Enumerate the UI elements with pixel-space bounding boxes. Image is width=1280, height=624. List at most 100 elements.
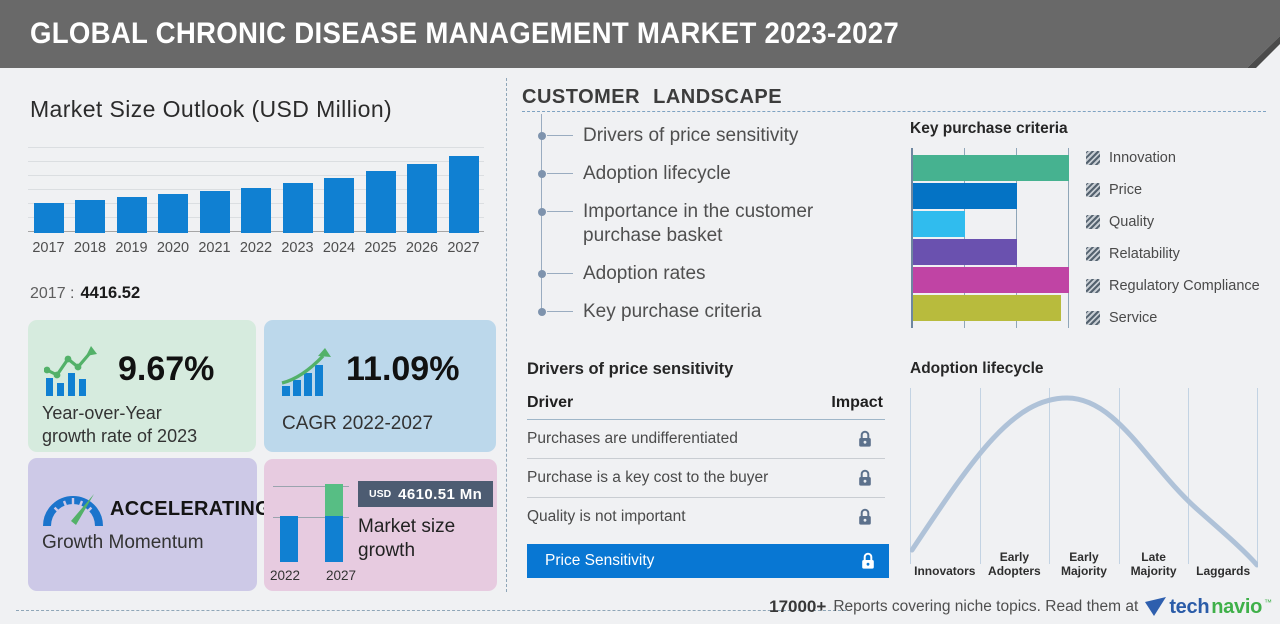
legend-label: Service: [1109, 310, 1158, 326]
cagr-growth-icon: [281, 348, 331, 396]
badge-currency: USD: [369, 488, 392, 500]
market-bar: [324, 178, 354, 233]
momentum-value: ACCELERATING: [110, 498, 272, 520]
landscape-item: Drivers of price sensitivity: [538, 124, 890, 148]
callout-year: 2017 :: [30, 285, 75, 302]
market-bar-column: 2023: [277, 144, 318, 256]
lifecycle-stage-label: Early Majority: [1060, 550, 1107, 578]
kpc-bar: [913, 295, 1061, 321]
report-count: 17000+: [769, 597, 827, 616]
market-bar: [75, 200, 105, 233]
infographic-root: GLOBAL CHRONIC DISEASE MANAGEMENT MARKET…: [0, 0, 1280, 624]
market-bar-column: 2018: [70, 144, 111, 256]
bullet-dot-icon: [538, 308, 546, 316]
legend-label: Regulatory Compliance: [1109, 278, 1260, 294]
adoption-lifecycle-title: Adoption lifecycle: [910, 360, 1044, 377]
market-bar-column: 2027: [443, 144, 484, 256]
market-bar: [407, 164, 437, 233]
page-title: GLOBAL CHRONIC DISEASE MANAGEMENT MARKET…: [30, 17, 900, 50]
key-purchase-criteria-title: Key purchase criteria: [910, 120, 1068, 137]
lock-icon: [860, 552, 876, 570]
kpc-bar: [913, 155, 1069, 181]
mini-year-left: 2022: [270, 568, 301, 583]
cagr-value: 11.09%: [346, 350, 460, 388]
trademark: ™: [1264, 597, 1272, 607]
growth-label: Market size growth: [358, 516, 456, 561]
landscape-item: Key purchase criteria: [538, 300, 890, 324]
cagr-card: 11.09% CAGR 2022-2027: [264, 320, 496, 452]
market-bar: [365, 171, 396, 233]
yoy-trend-icon: [44, 346, 97, 396]
cagr-label: CAGR 2022-2027: [282, 413, 434, 434]
driver-label: Purchases are undifferentiated: [527, 430, 738, 447]
lifecycle-stage-labels: Innovators Early Adopters Early Majority La…: [910, 534, 1258, 580]
drivers-table: Driver Impact Purchases are undifferenti…: [527, 394, 885, 536]
drivers-title: Drivers of price sensitivity: [527, 360, 734, 378]
market-bar-column: 2017: [28, 144, 69, 256]
kpc-bar: [913, 211, 965, 237]
customer-landscape-list: Drivers of price sensitivity Adoption lif…: [538, 124, 890, 324]
mini-bar-2027-growth: [325, 484, 343, 516]
customer-landscape-title: CUSTOMER LANDSCAPE: [522, 86, 783, 108]
legend-item: Quality: [1086, 214, 1260, 230]
momentum-label: Growth Momentum: [42, 532, 204, 553]
market-bars: 2017 2018 2019 2020 2021 2022 2023 2024 2025 2026…: [28, 144, 484, 256]
technavio-mark-icon: [1145, 597, 1167, 616]
col-driver: Driver: [527, 394, 574, 411]
year-label: 2027: [447, 240, 480, 256]
legend-item: Price: [1086, 182, 1260, 198]
landscape-item-label: Adoption rates: [583, 263, 706, 284]
year-label: 2019: [115, 240, 148, 256]
footer-divider: [16, 610, 846, 611]
driver-row: Quality is not important: [527, 498, 885, 536]
legend-label: Relatability: [1109, 246, 1180, 262]
legend-swatch-icon: [1086, 183, 1100, 197]
market-size-growth-card: 2022 2027 USD 4610.51 Mn Market size gro…: [264, 459, 497, 591]
brand-tech: tech: [1169, 595, 1210, 618]
lock-icon: [857, 469, 885, 487]
key-purchase-criteria-chart: [911, 148, 1073, 328]
legend-item: Service: [1086, 310, 1260, 326]
technavio-logo[interactable]: tech navio ™: [1145, 596, 1272, 619]
mini-bar-2022: [280, 516, 298, 562]
legend-swatch-icon: [1086, 279, 1100, 293]
legend-swatch-icon: [1086, 311, 1100, 325]
market-bar-column: 2026: [402, 144, 443, 256]
year-label: 2023: [281, 240, 314, 256]
kpc-bars: [913, 148, 1073, 328]
landscape-item-label: Adoption lifecycle: [583, 163, 731, 184]
year-label: 2017: [32, 240, 65, 256]
lifecycle-stage-label: Late Majority: [1130, 550, 1177, 578]
customer-landscape-underline: [522, 111, 1266, 112]
lock-icon: [857, 430, 885, 448]
bullet-dot-icon: [538, 208, 546, 216]
lifecycle-stage-label: Innovators: [914, 564, 976, 578]
market-bar-column: 2022: [236, 144, 277, 256]
legend-label: Price: [1109, 182, 1143, 198]
lock-icon: [857, 508, 885, 526]
lifecycle-stage-label: Early Adopters: [988, 550, 1041, 578]
market-bar: [158, 194, 188, 233]
market-size-callout: 2017 : 4416.52: [30, 284, 140, 303]
mini-year-right: 2027: [325, 568, 356, 583]
bullet-connector: [547, 311, 573, 312]
callout-value: 4416.52: [80, 284, 141, 302]
landscape-item: Adoption lifecycle: [538, 162, 890, 186]
drivers-rows: Purchases are undifferentiated Purchase i…: [527, 420, 885, 536]
market-size-chart: 2017 2018 2019 2020 2021 2022 2023 2024 2025 2026…: [28, 144, 484, 256]
brand-navio: navio: [1211, 595, 1262, 618]
bullet-dot-icon: [538, 170, 546, 178]
bullet-connector: [547, 273, 573, 274]
price-sensitivity-label: Price Sensitivity: [545, 552, 655, 569]
year-label: 2021: [198, 240, 231, 256]
landscape-item: Adoption rates: [538, 262, 890, 286]
legend-label: Innovation: [1109, 150, 1176, 166]
bullet-connector: [547, 211, 573, 212]
year-label: 2024: [322, 240, 356, 256]
kpc-bar: [913, 183, 1017, 209]
footer: 17000+ Reports covering niche topics. Re…: [769, 594, 1272, 620]
drivers-table-header: Driver Impact: [527, 394, 885, 420]
col-impact: Impact: [831, 394, 883, 411]
market-bar: [116, 197, 147, 233]
badge-value: 4610.51 Mn: [398, 485, 483, 503]
